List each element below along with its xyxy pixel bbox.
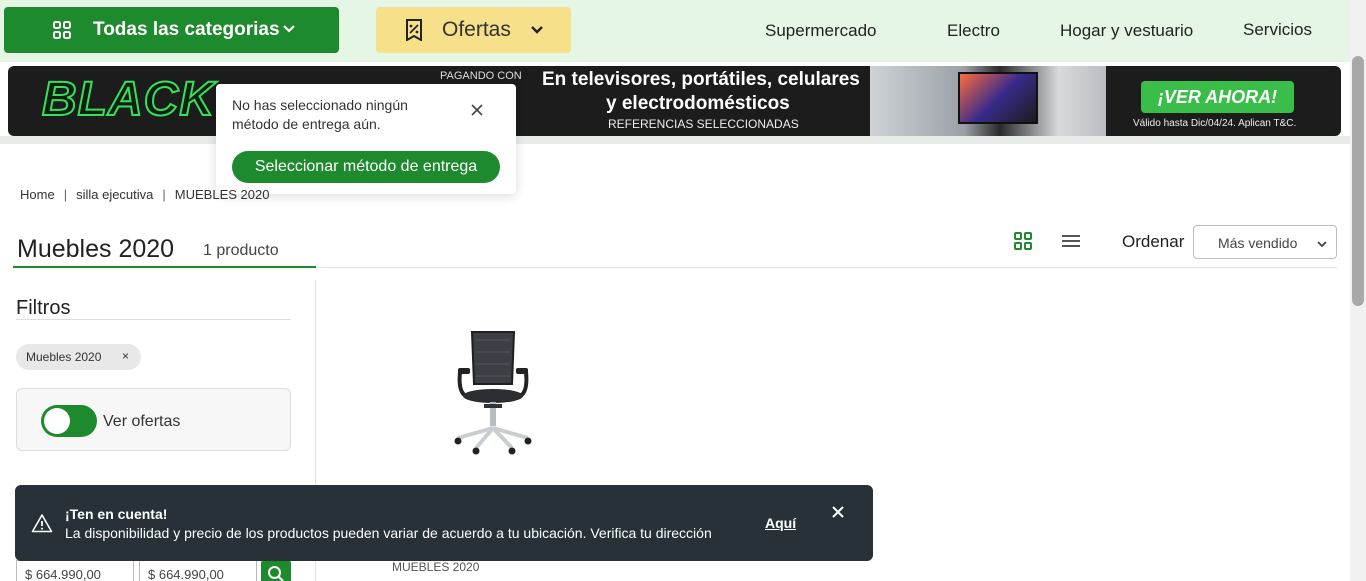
product-image-office-chair[interactable]: [448, 326, 538, 458]
breadcrumb-current: MUEBLES 2020: [174, 187, 270, 202]
title-underline: [13, 266, 316, 268]
location-notice-toast: ¡Ten en cuenta! La disponibilidad y prec…: [15, 485, 873, 561]
page-title: Muebles 2020: [17, 235, 175, 263]
offers-label: Ofertas: [442, 18, 511, 41]
title-divider: [316, 267, 1337, 268]
chevron-down-icon: [1317, 241, 1327, 248]
offers-toggle[interactable]: [41, 405, 97, 437]
banner-valid-text: Válido hasta Dic/04/24. Aplican T&C.: [1133, 118, 1297, 129]
close-icon[interactable]: [831, 505, 845, 519]
breadcrumb: Home | silla ejecutiva | MUEBLES 2020: [20, 187, 269, 202]
filters-divider: [16, 319, 291, 320]
close-icon[interactable]: [469, 102, 485, 118]
all-categories-button[interactable]: Todas las categorias: [4, 7, 339, 53]
breadcrumb-separator: |: [162, 187, 166, 202]
search-icon: [268, 566, 284, 581]
grid-icon: [53, 21, 71, 39]
banner-cta-button[interactable]: ¡VER AHORA!: [1141, 81, 1294, 113]
nav-link-hogar-vestuario[interactable]: Hogar y vestuario: [1060, 21, 1193, 41]
product-brand: MUEBLES 2020: [392, 560, 480, 574]
toast-link-aqui[interactable]: Aquí: [765, 515, 796, 531]
active-filter-chip: Muebles 2020 ×: [16, 344, 141, 370]
price-search-button[interactable]: [261, 560, 291, 581]
nav-link-supermercado[interactable]: Supermercado: [765, 21, 877, 41]
warning-icon: [31, 514, 53, 533]
page: Todas las categorias Ofertas Supermercad…: [0, 0, 1366, 581]
chevron-down-icon: [531, 26, 543, 34]
nav-link-servicios[interactable]: Servicios: [1243, 20, 1312, 40]
banner-black-text: BLACK: [41, 72, 215, 127]
banner-strip: [0, 136, 1350, 144]
remove-filter-icon[interactable]: ×: [122, 349, 129, 363]
product-count: 1 producto: [203, 242, 279, 259]
nav-link-electro[interactable]: Electro: [947, 21, 1000, 41]
grid-view-icon[interactable]: [1014, 232, 1032, 250]
chevron-down-icon: [283, 25, 295, 33]
promo-banner[interactable]: BLACK PAGANDO CON En televisores, portát…: [8, 66, 1341, 136]
sort-select[interactable]: Más vendido: [1193, 225, 1337, 259]
top-navigation: Todas las categorias Ofertas Supermercad…: [0, 0, 1350, 62]
popover-message: No has seleccionado ningún método de ent…: [232, 97, 408, 132]
toast-title: ¡Ten en cuenta!: [65, 506, 168, 522]
delivery-method-popover: No has seleccionado ningún método de ent…: [216, 84, 516, 194]
breadcrumb-silla-ejecutiva[interactable]: silla ejecutiva: [76, 187, 153, 202]
breadcrumb-home[interactable]: Home: [20, 187, 55, 202]
price-min-value: $ 664.990,00: [25, 567, 101, 581]
banner-headline-2: y electrodomésticos: [606, 93, 790, 114]
scrollbar-thumb[interactable]: [1352, 56, 1364, 306]
price-max-input[interactable]: $ 664.990,00: [139, 560, 257, 581]
filters-title: Filtros: [16, 297, 71, 319]
filter-chip-label: Muebles 2020: [26, 350, 102, 364]
price-max-value: $ 664.990,00: [148, 567, 224, 581]
offers-toggle-label: Ver ofertas: [103, 413, 181, 430]
select-delivery-method-button[interactable]: Seleccionar método de entrega: [232, 151, 500, 183]
banner-pagando-text: PAGANDO CON: [440, 70, 522, 82]
offers-button[interactable]: Ofertas: [376, 7, 571, 53]
banner-tv-image: [958, 72, 1038, 124]
all-categories-label: Todas las categorias: [93, 19, 280, 40]
offers-toggle-box: Ver ofertas: [16, 388, 291, 451]
toggle-knob: [44, 408, 70, 434]
sort-label: Ordenar: [1122, 232, 1185, 251]
sort-select-value: Más vendido: [1218, 235, 1298, 251]
list-view-icon[interactable]: [1061, 233, 1081, 249]
toast-message: La disponibilidad y precio de los produc…: [65, 525, 712, 541]
discount-tag-icon: [406, 19, 422, 41]
vertical-scrollbar[interactable]: [1350, 0, 1366, 581]
banner-headline-1: En televisores, portátiles, celulares: [542, 69, 860, 90]
breadcrumb-separator: |: [63, 187, 68, 202]
banner-refs-text: REFERENCIAS SELECCIONADAS: [608, 117, 799, 131]
price-min-input[interactable]: $ 664.990,00: [16, 560, 134, 581]
